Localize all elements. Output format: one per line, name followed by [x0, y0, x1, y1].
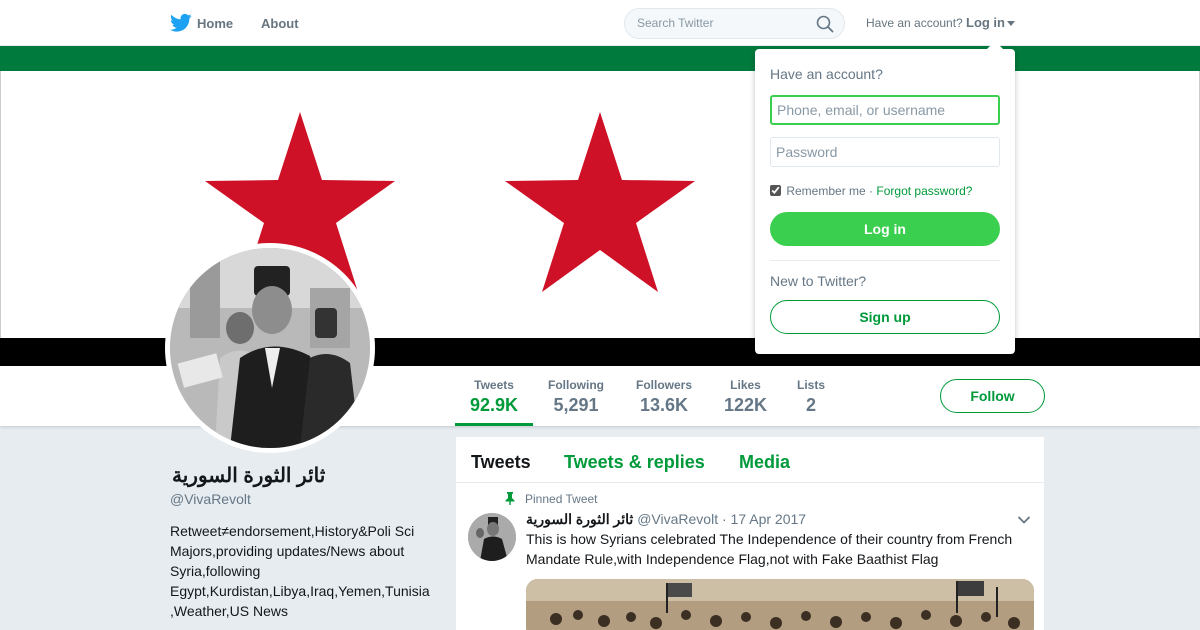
tab-media[interactable]: Media	[739, 452, 790, 473]
nav-home-link[interactable]: Home	[197, 16, 233, 31]
tweet-avatar[interactable]	[468, 513, 516, 561]
login-nav-link[interactable]: Log in	[966, 15, 1005, 30]
tweet-author-name[interactable]: ثائر الثورة السورية	[526, 511, 633, 527]
tweet-date[interactable]: 17 Apr 2017	[731, 511, 807, 527]
tab-tweets-replies[interactable]: Tweets & replies	[564, 452, 705, 473]
twitter-bird-icon[interactable]	[170, 13, 192, 33]
new-to-twitter-text: New to Twitter?	[770, 273, 867, 289]
stat-label: Lists	[797, 378, 826, 392]
stat-value: 2	[806, 395, 817, 415]
stat-following[interactable]: Following 5,291	[548, 378, 604, 416]
red-star-icon	[505, 112, 695, 292]
stat-label: Likes	[730, 378, 761, 392]
search-box	[624, 8, 845, 39]
remember-me-label[interactable]: Remember me	[786, 184, 865, 198]
chevron-down-icon[interactable]	[1017, 513, 1031, 527]
search-input[interactable]	[637, 16, 807, 30]
pinned-label: Pinned Tweet	[525, 492, 598, 506]
stat-label: Following	[548, 378, 604, 392]
timeline: Tweets Tweets & replies Media Pinned Twe…	[456, 437, 1044, 630]
follow-button[interactable]: Follow	[940, 379, 1045, 413]
tweet-avatar-image	[468, 513, 516, 561]
stat-likes[interactable]: Likes 122K	[724, 378, 767, 416]
avatar-photo	[170, 248, 370, 448]
password-field[interactable]	[770, 137, 1000, 167]
avatar-photo-image	[170, 248, 370, 448]
tab-divider	[456, 482, 1044, 483]
forgot-password-link[interactable]: Forgot password?	[876, 184, 972, 198]
stat-value: 5,291	[553, 395, 599, 415]
tweet-header: ثائر الثورة السورية @VivaRevolt · 17 Apr…	[526, 511, 806, 528]
active-stat-underline	[455, 423, 533, 426]
pin-icon	[505, 492, 515, 505]
flag-green-band	[0, 46, 1200, 71]
stat-tweets[interactable]: Tweets 92.9K	[470, 378, 518, 416]
top-nav: Home About Have an account? Log in	[0, 0, 1200, 46]
remember-me-checkbox[interactable]	[770, 185, 781, 196]
profile-handle[interactable]: @VivaRevolt	[170, 491, 251, 507]
dropdown-divider	[770, 260, 1000, 261]
stat-value: 13.6K	[639, 395, 689, 415]
stat-label: Followers	[636, 378, 693, 392]
tweet-text: This is how Syrians celebrated The Indep…	[526, 531, 1013, 567]
chevron-down-icon[interactable]	[1007, 21, 1015, 26]
search-icon[interactable]	[816, 15, 834, 33]
stat-value: 122K	[724, 395, 768, 415]
dropdown-caret-icon	[987, 41, 1003, 49]
login-dropdown: Have an account? Remember me · Forgot pa…	[755, 41, 1015, 354]
stat-label: Tweets	[474, 378, 514, 392]
remember-separator: ·	[869, 184, 874, 198]
tab-tweets[interactable]: Tweets	[471, 452, 531, 473]
nav-about-link[interactable]: About	[261, 16, 299, 31]
dropdown-title: Have an account?	[770, 66, 883, 82]
tweet-media-image	[526, 579, 1034, 630]
have-account-text: Have an account?	[866, 16, 963, 30]
username-field[interactable]	[770, 95, 1000, 125]
avatar[interactable]	[165, 243, 375, 453]
stat-lists[interactable]: Lists 2	[797, 378, 825, 416]
tweet-separator: ·	[721, 511, 727, 527]
profile-name[interactable]: ثائر الثورة السورية	[172, 463, 325, 488]
stat-value: 92.9K	[470, 395, 519, 415]
signup-button[interactable]: Sign up	[770, 300, 1000, 334]
profile-bio: Retweet≠endorsement,History&Poli Sci Maj…	[170, 523, 430, 619]
tweet-author-handle[interactable]: @VivaRevolt	[637, 511, 718, 527]
remember-row: Remember me · Forgot password?	[770, 184, 972, 198]
tweet-media[interactable]	[526, 579, 1034, 630]
login-button[interactable]: Log in	[770, 212, 1000, 246]
stat-followers[interactable]: Followers 13.6K	[636, 378, 692, 416]
